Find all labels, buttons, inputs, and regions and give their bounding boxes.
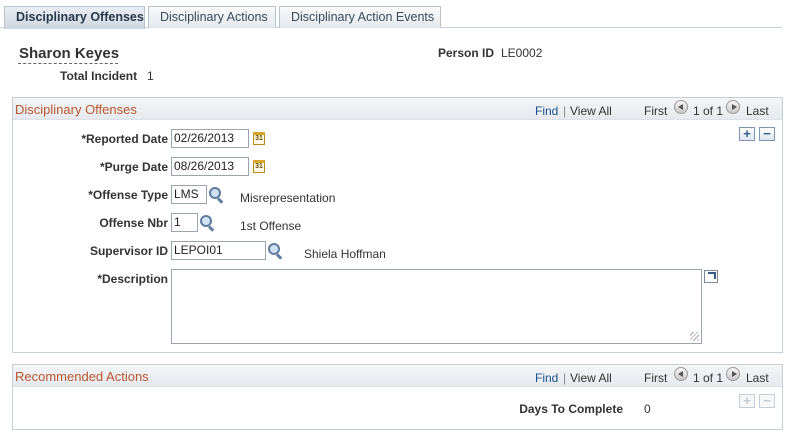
description-textarea[interactable] bbox=[171, 269, 702, 344]
offense-nbr-input[interactable]: 1 bbox=[171, 213, 198, 232]
offense-type-input[interactable]: LMS bbox=[171, 185, 207, 204]
add-action-button[interactable]: + bbox=[739, 394, 755, 408]
add-row-button[interactable]: + bbox=[739, 127, 755, 141]
reported-date-input[interactable]: 02/26/2013 bbox=[171, 129, 249, 148]
total-incident-label: Total Incident bbox=[60, 69, 138, 83]
person-name: Sharon Keyes bbox=[19, 45, 120, 62]
lookup-icon[interactable] bbox=[268, 243, 284, 259]
recommended-actions-header: Recommended Actions Find | View All Firs… bbox=[13, 365, 782, 387]
supervisor-id-label: Supervisor ID bbox=[89, 244, 168, 258]
recommended-actions-title: Recommended Actions bbox=[15, 369, 149, 384]
days-to-complete-label: Days To Complete bbox=[519, 402, 623, 416]
offense-type-label: *Offense Type bbox=[88, 188, 168, 202]
person-id-value: LE0002 bbox=[501, 46, 543, 60]
disciplinary-offenses-title: Disciplinary Offenses bbox=[15, 102, 137, 117]
row-range: 1 of 1 bbox=[693, 104, 724, 118]
nav-separator: | bbox=[563, 371, 567, 385]
person-id-label: Person ID bbox=[438, 46, 495, 60]
disciplinary-offenses-header: Disciplinary Offenses Find | View All Fi… bbox=[13, 98, 782, 120]
find-link[interactable]: Find bbox=[535, 104, 558, 118]
offense-type-description: Misrepresentation bbox=[240, 191, 336, 205]
days-to-complete-value: 0 bbox=[644, 402, 651, 416]
purge-date-label: *Purge Date bbox=[99, 160, 168, 174]
supervisor-name: Shiela Hoffman bbox=[304, 247, 386, 261]
lookup-icon[interactable] bbox=[200, 215, 216, 231]
nav-separator: | bbox=[563, 104, 567, 118]
tab-disciplinary-offenses[interactable]: Disciplinary Offenses bbox=[4, 6, 145, 29]
first-label: First bbox=[644, 371, 668, 385]
purge-date-input[interactable]: 08/26/2013 bbox=[171, 157, 249, 176]
first-label: First bbox=[644, 104, 668, 118]
recommended-actions-group: Recommended Actions Find | View All Firs… bbox=[12, 364, 783, 430]
previous-row-icon[interactable] bbox=[674, 100, 688, 114]
description-label: *Description bbox=[97, 272, 168, 286]
expand-description-icon[interactable] bbox=[704, 270, 718, 283]
view-all-link[interactable]: View All bbox=[570, 104, 612, 118]
next-row-icon[interactable] bbox=[726, 100, 740, 114]
resize-grip-icon[interactable] bbox=[690, 332, 699, 341]
find-link[interactable]: Find bbox=[535, 371, 558, 385]
reported-date-label: *Reported Date bbox=[81, 132, 168, 146]
total-incident-value: 1 bbox=[147, 69, 154, 83]
delete-action-button[interactable]: − bbox=[759, 394, 775, 408]
previous-row-icon[interactable] bbox=[674, 367, 688, 381]
view-all-link[interactable]: View All bbox=[570, 371, 612, 385]
next-row-icon[interactable] bbox=[726, 367, 740, 381]
delete-row-button[interactable]: − bbox=[759, 127, 775, 141]
person-name-underline bbox=[18, 63, 118, 64]
offense-nbr-label: Offense Nbr bbox=[99, 216, 168, 230]
offense-nbr-description: 1st Offense bbox=[240, 219, 302, 233]
tab-disciplinary-actions[interactable]: Disciplinary Actions bbox=[148, 6, 276, 28]
last-label: Last bbox=[746, 104, 769, 118]
last-label: Last bbox=[746, 371, 769, 385]
calendar-icon[interactable]: 31 bbox=[253, 132, 265, 145]
supervisor-id-input[interactable]: LEPOI01 bbox=[171, 241, 266, 260]
row-range: 1 of 1 bbox=[693, 371, 724, 385]
calendar-icon[interactable]: 31 bbox=[253, 160, 265, 173]
lookup-icon[interactable] bbox=[209, 187, 225, 203]
tab-disciplinary-action-events[interactable]: Disciplinary Action Events bbox=[279, 6, 441, 28]
